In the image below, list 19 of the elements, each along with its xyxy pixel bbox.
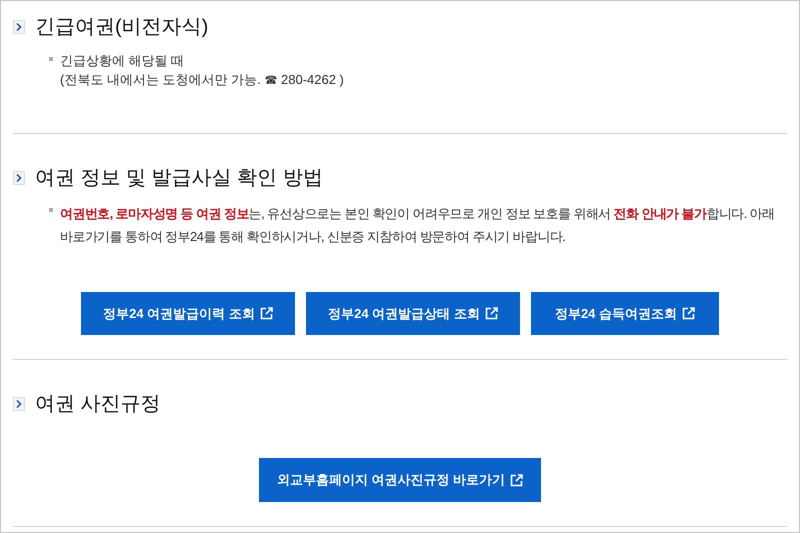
- section-title: 긴급여권(비전자식): [35, 15, 208, 40]
- chevron-icon: [13, 397, 25, 411]
- bullet-icon: [49, 57, 53, 61]
- note-text: 여권번호, 로마자성명 등 여권 정보는, 유선상으로는 본인 확인이 어려우므로 개인 정보 보호를 위해서 전화 안내가 불가합니다. 아래 바로가기를 통하여 정부24를 통해 확인하시거나, 신분증 지참하여 방문하여 주시기 바랍니다.: [60, 205, 776, 246]
- external-link-icon: [260, 307, 273, 320]
- link-button[interactable]: 정부24 습득여권조회: [531, 292, 719, 335]
- chevron-icon: [13, 171, 25, 185]
- note-text: 긴급상황에 해당될 때: [60, 52, 186, 70]
- external-link-icon: [510, 474, 524, 486]
- section-title: 여권 정보 및 발급사실 확인 방법: [35, 166, 323, 191]
- link-button[interactable]: 정부24 여권발급이력 조회: [81, 292, 295, 335]
- external-link-icon: [484, 307, 498, 320]
- link-button[interactable]: 외교부홈페이지 여권사진규정 바로가기: [259, 458, 541, 502]
- link-button[interactable]: 정부24 여권발급상태 조회: [306, 292, 520, 335]
- chevron-icon: [13, 20, 25, 34]
- external-link-icon: [682, 307, 696, 320]
- note-text: (전북도 내에서는 도청에서만 가능. ☎ 280-4262 ): [60, 71, 344, 89]
- bullet-icon: [49, 208, 53, 212]
- section-title: 여권 사진규정: [35, 392, 161, 417]
